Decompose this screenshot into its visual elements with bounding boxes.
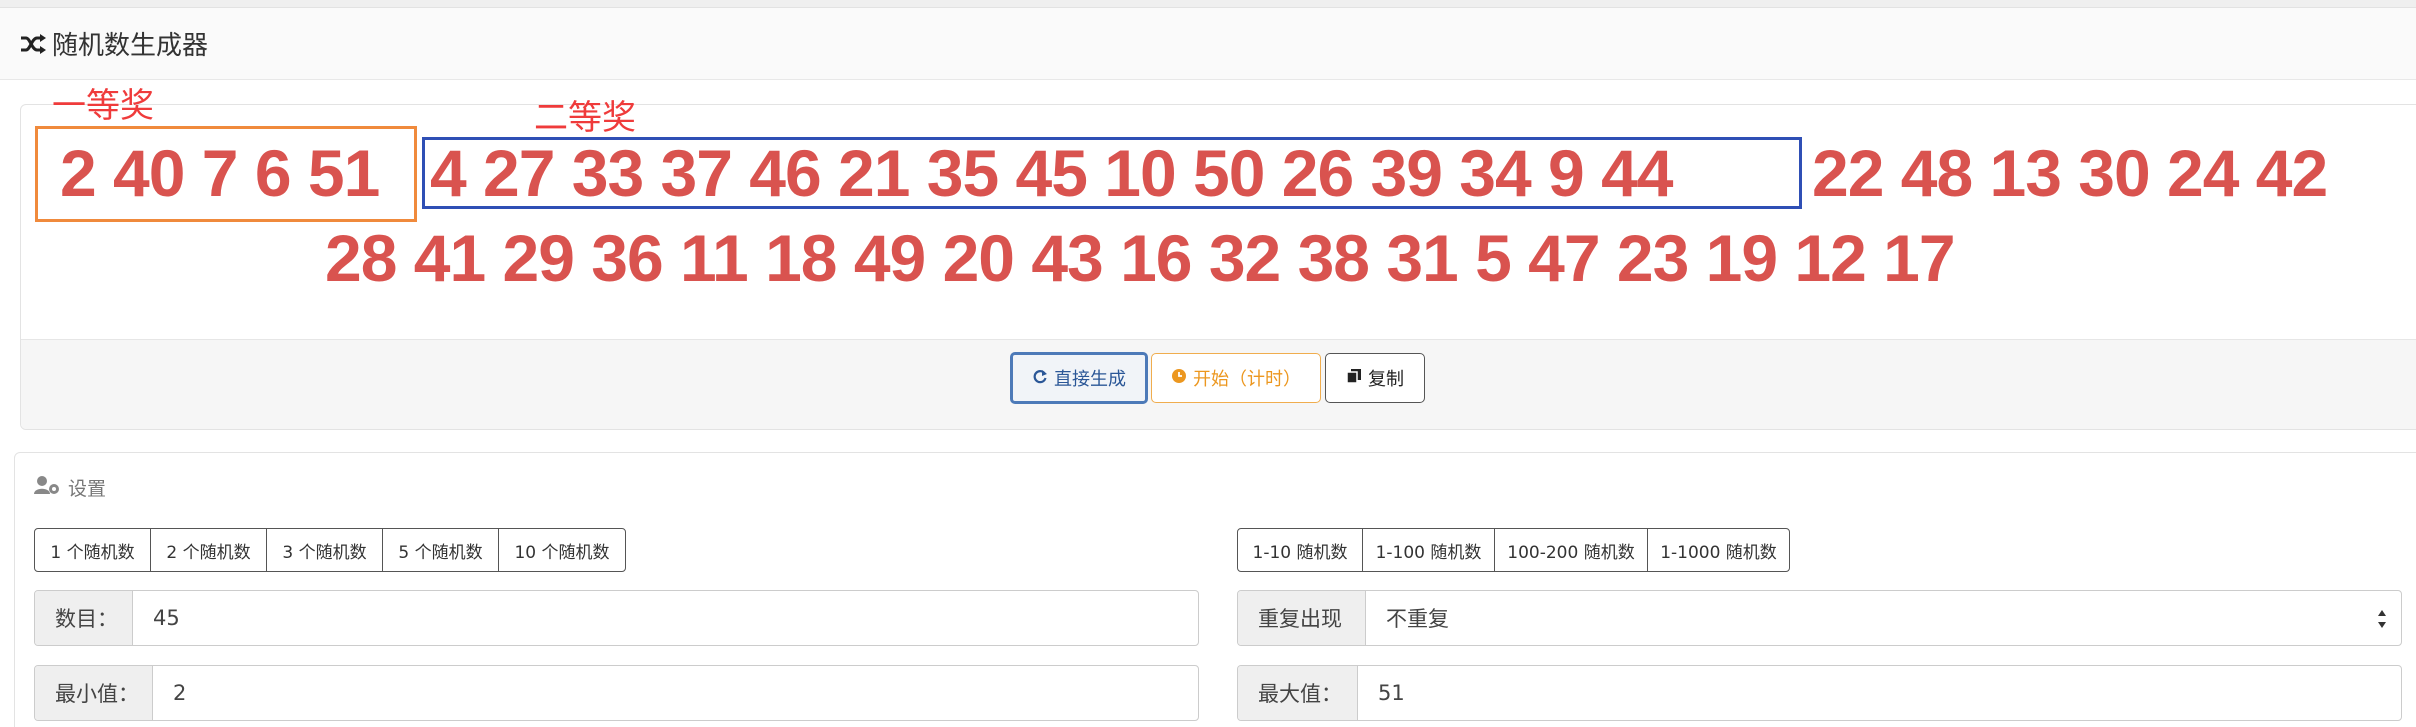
range-preset-1-100[interactable]: 1-100 随机数	[1363, 529, 1495, 571]
refresh-icon	[1032, 368, 1048, 389]
count-preset-1[interactable]: 1 个随机数	[35, 529, 151, 571]
clock-icon	[1171, 368, 1187, 389]
min-label: 最小值：	[35, 666, 153, 720]
shuffle-icon	[18, 29, 48, 59]
count-preset-10[interactable]: 10 个随机数	[499, 529, 625, 571]
title-bar: 随机数生成器	[0, 8, 2416, 80]
top-strip	[0, 0, 2416, 8]
first-prize-numbers: 2 40 7 6 51	[60, 136, 380, 210]
repeat-label: 重复出现	[1238, 591, 1366, 645]
range-preset-1-1000[interactable]: 1-1000 随机数	[1648, 529, 1789, 571]
second-prize-numbers: 4 27 33 37 46 21 35 45 10 50 26 39 34 9 …	[430, 136, 1673, 210]
count-label: 数目：	[35, 591, 133, 645]
count-field: 数目： 45	[34, 590, 1199, 646]
repeat-field: 重复出现 不重复	[1237, 590, 2402, 646]
repeat-select[interactable]: 不重复	[1366, 591, 2401, 645]
select-arrows-icon	[2377, 605, 2387, 633]
start-timer-button[interactable]: 开始（计时）	[1151, 353, 1321, 403]
max-label: 最大值：	[1238, 666, 1358, 720]
user-settings-icon	[34, 475, 60, 500]
range-preset-100-200[interactable]: 100-200 随机数	[1495, 529, 1648, 571]
count-preset-3[interactable]: 3 个随机数	[267, 529, 383, 571]
copy-label: 复制	[1368, 369, 1404, 389]
copy-icon	[1346, 368, 1362, 389]
count-preset-2[interactable]: 2 个随机数	[151, 529, 267, 571]
min-field: 最小值： 2	[34, 665, 1199, 721]
range-preset-1-10[interactable]: 1-10 随机数	[1238, 529, 1363, 571]
copy-button[interactable]: 复制	[1325, 353, 1425, 403]
first-prize-annotation: 一等奖	[52, 86, 154, 126]
range-preset-group: 1-10 随机数 1-100 随机数 100-200 随机数 1-1000 随机…	[1237, 528, 1790, 572]
count-preset-group: 1 个随机数 2 个随机数 3 个随机数 5 个随机数 10 个随机数	[34, 528, 626, 572]
max-field: 最大值： 51	[1237, 665, 2402, 721]
settings-title: 设置	[68, 478, 107, 500]
min-input[interactable]: 2	[153, 666, 1198, 720]
remaining-numbers-line2: 28 41 29 36 11 18 49 20 43 16 32 38 31 5…	[325, 221, 1956, 295]
page-title: 随机数生成器	[52, 31, 209, 61]
remaining-numbers-line1: 22 48 13 30 24 42	[1812, 136, 2328, 210]
count-input[interactable]: 45	[133, 591, 1198, 645]
count-preset-5[interactable]: 5 个随机数	[383, 529, 499, 571]
generate-label: 直接生成	[1054, 369, 1126, 389]
start-label: 开始（计时）	[1193, 369, 1301, 389]
second-prize-annotation: 二等奖	[534, 98, 636, 138]
max-input[interactable]: 51	[1358, 666, 2401, 720]
settings-header: 设置	[34, 474, 106, 501]
generate-button[interactable]: 直接生成	[1010, 352, 1148, 404]
